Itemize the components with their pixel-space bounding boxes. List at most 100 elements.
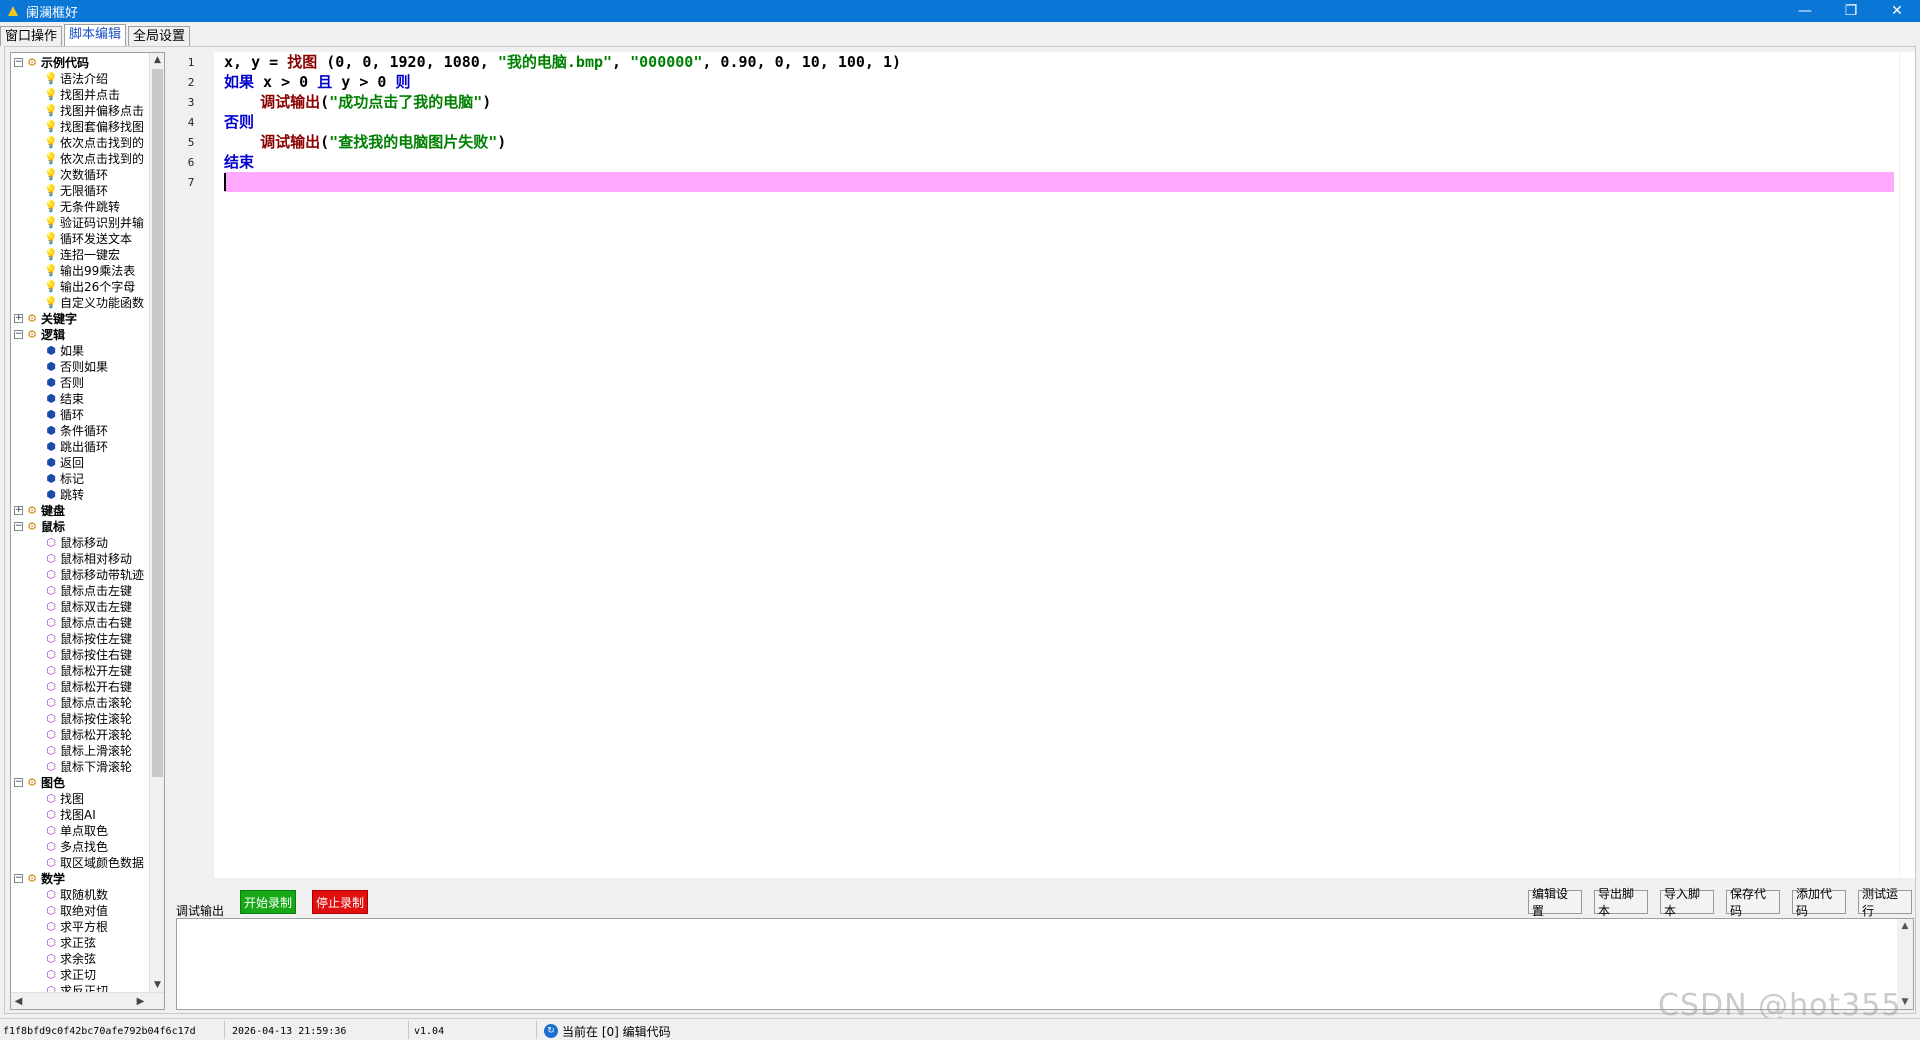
tree-item[interactable]: 💡 循环发送文本 xyxy=(44,230,132,246)
tree-group[interactable]: − ⚙ 示例代码 xyxy=(14,54,89,70)
tree-item[interactable]: ⬡ 鼠标点击滚轮 xyxy=(45,694,132,710)
tree-item[interactable]: 💡 语法介绍 xyxy=(44,70,108,86)
scroll-right-icon[interactable]: ▶ xyxy=(133,993,148,1009)
tree-item[interactable]: ⬡ 鼠标上滑滚轮 xyxy=(45,742,132,758)
tree-horizontal-scrollbar[interactable]: ◀ ▶ xyxy=(11,992,164,1009)
editor-scrollbar[interactable] xyxy=(1899,52,1915,878)
tree-item[interactable]: ⬡ 鼠标双击左键 xyxy=(45,598,132,614)
tree-item[interactable]: ⬡ 鼠标按住滚轮 xyxy=(45,710,132,726)
collapse-icon[interactable]: − xyxy=(14,329,23,339)
tree-item[interactable]: ⬡ 单点取色 xyxy=(45,822,108,838)
tree-item[interactable]: 💡 无条件跳转 xyxy=(44,198,120,214)
tree-item[interactable]: ⬡ 找图 xyxy=(45,790,84,806)
code-line[interactable]: 结束 xyxy=(224,152,254,172)
code-line[interactable]: 否则 xyxy=(224,112,254,132)
tree-item[interactable]: ⬡ 鼠标松开滚轮 xyxy=(45,726,132,742)
close-icon[interactable]: ✕ xyxy=(1874,0,1920,22)
tree-vertical-scrollbar[interactable]: ▲ ▼ xyxy=(149,53,164,993)
minimize-icon[interactable]: — xyxy=(1782,0,1828,22)
tree-group[interactable]: + ⚙ 键盘 xyxy=(14,502,65,518)
expand-icon[interactable]: + xyxy=(14,505,23,515)
tree-item[interactable]: ⬢ 条件循环 xyxy=(45,422,108,438)
tree-item[interactable]: ⬡ 鼠标松开右键 xyxy=(45,678,132,694)
test-run-button[interactable]: 测试运行 xyxy=(1858,887,1912,918)
import-script-button[interactable]: 导入脚本 xyxy=(1660,887,1714,918)
tree-item[interactable]: ⬡ 鼠标移动 xyxy=(45,534,108,550)
add-code-button[interactable]: 添加代码 xyxy=(1792,887,1846,918)
tree-item[interactable]: ⬢ 循环 xyxy=(45,406,84,422)
tree-item-label: 鼠标点击滚轮 xyxy=(60,695,133,710)
scroll-down-icon[interactable]: ▼ xyxy=(150,978,164,993)
scroll-thumb[interactable] xyxy=(152,69,163,777)
tree-item[interactable]: ⬡ 多点找色 xyxy=(45,838,108,854)
tab-global-settings[interactable]: 全局设置 xyxy=(128,26,191,46)
tree-item[interactable]: ⬡ 求正弦 xyxy=(45,934,96,950)
scroll-up-icon[interactable]: ▲ xyxy=(1897,921,1913,931)
scroll-left-icon[interactable]: ◀ xyxy=(11,993,26,1009)
tree-item[interactable]: ⬢ 返回 xyxy=(45,454,84,470)
tree-item[interactable]: ⬡ 找图AI xyxy=(45,806,96,822)
start-record-button[interactable]: 开始录制 xyxy=(240,890,296,914)
stop-record-button[interactable]: 停止录制 xyxy=(312,890,368,914)
tree-item[interactable]: 💡 次数循环 xyxy=(44,166,108,182)
tree-item[interactable]: ⬡ 鼠标点击右键 xyxy=(45,614,132,630)
tree-item[interactable]: ⬡ 求平方根 xyxy=(45,918,108,934)
tree-item[interactable]: 💡 输出99乘法表 xyxy=(44,262,135,278)
tree-item[interactable]: 💡 连招一键宏 xyxy=(44,246,120,262)
edit-settings-button[interactable]: 编辑设置 xyxy=(1528,887,1582,918)
tree-item[interactable]: ⬡ 鼠标移动带轨迹 xyxy=(45,566,144,582)
tree-item[interactable]: 💡 自定义功能函数 xyxy=(44,294,144,310)
scroll-up-icon[interactable]: ▲ xyxy=(150,53,164,68)
tree-item[interactable]: ⬢ 跳出循环 xyxy=(45,438,108,454)
tree-item[interactable]: ⬡ 鼠标相对移动 xyxy=(45,550,132,566)
collapse-icon[interactable]: − xyxy=(14,57,23,67)
tree-item[interactable]: ⬡ 取绝对值 xyxy=(45,902,108,918)
tree-item[interactable]: ⬡ 鼠标下滑滚轮 xyxy=(45,758,132,774)
tab-script-edit[interactable]: 脚本编辑 xyxy=(64,24,127,46)
expand-icon[interactable]: + xyxy=(14,313,23,323)
debug-output-box[interactable]: ▲ ▼ xyxy=(176,918,1914,1010)
tree-item[interactable]: 💡 依次点击找到的 xyxy=(44,134,144,150)
collapse-icon[interactable]: − xyxy=(14,777,23,787)
tree-item[interactable]: 💡 输出26个字母 xyxy=(44,278,135,294)
tree-item[interactable]: 💡 找图并点击 xyxy=(44,86,120,102)
tree-item[interactable]: ⬡ 取随机数 xyxy=(45,886,108,902)
tree-group[interactable]: − ⚙ 逻辑 xyxy=(14,326,65,342)
tree-item[interactable]: ⬡ 鼠标点击左键 xyxy=(45,582,132,598)
tree-group[interactable]: − ⚙ 图色 xyxy=(14,774,65,790)
restore-icon[interactable]: ❐ xyxy=(1828,0,1874,22)
code-line[interactable]: 如果 x > 0 且 y > 0 则 xyxy=(224,72,410,92)
collapse-icon[interactable]: − xyxy=(14,521,23,531)
command-tree[interactable]: − ⚙ 示例代码 💡 语法介绍 💡 找图并点击 💡 找图并偏移点击 💡 找图套偏移找图 💡 依次点击找到… xyxy=(10,52,165,1010)
title-bar: 阑澜框好 — ❐ ✕ xyxy=(0,0,1920,22)
code-editor[interactable]: 1 2 3 4 5 6 7 x, y = 找图 (0, 0, 1920, 1080, "我的… xyxy=(168,52,1915,878)
tree-item[interactable]: ⬢ 标记 xyxy=(45,470,84,486)
save-code-button[interactable]: 保存代码 xyxy=(1726,887,1780,918)
tree-item[interactable]: 💡 依次点击找到的 xyxy=(44,150,144,166)
collapse-icon[interactable]: − xyxy=(14,873,23,883)
tree-item[interactable]: ⬢ 结束 xyxy=(45,390,84,406)
tree-item[interactable]: ⬡ 求正切 xyxy=(45,966,96,982)
tree-item[interactable]: 💡 找图套偏移找图 xyxy=(44,118,144,134)
tree-item[interactable]: ⬡ 取区域颜色数据 xyxy=(45,854,144,870)
tree-item[interactable]: ⬢ 否则 xyxy=(45,374,84,390)
tree-item[interactable]: ⬡ 鼠标按住右键 xyxy=(45,646,132,662)
tree-group[interactable]: − ⚙ 数学 xyxy=(14,870,65,886)
tree-item[interactable]: ⬢ 跳转 xyxy=(45,486,84,502)
tree-item[interactable]: 💡 验证码识别并输 xyxy=(44,214,144,230)
tree-item[interactable]: ⬡ 鼠标按住左键 xyxy=(45,630,132,646)
tree-group[interactable]: − ⚙ 鼠标 xyxy=(14,518,65,534)
code-line[interactable]: 调试输出("查找我的电脑图片失败") xyxy=(224,132,506,152)
tree-group[interactable]: + ⚙ 关键字 xyxy=(14,310,77,326)
tab-window-ops[interactable]: 窗口操作 xyxy=(0,26,63,46)
export-script-button[interactable]: 导出脚本 xyxy=(1594,887,1648,918)
tree-item[interactable]: ⬢ 否则如果 xyxy=(45,358,108,374)
tree-item[interactable]: 💡 无限循环 xyxy=(44,182,108,198)
code-line[interactable]: x, y = 找图 (0, 0, 1920, 1080, "我的电脑.bmp",… xyxy=(224,52,901,72)
code-line[interactable]: 调试输出("成功点击了我的电脑") xyxy=(224,92,491,112)
tree-item[interactable]: ⬡ 求余弦 xyxy=(45,950,96,966)
code-area[interactable]: x, y = 找图 (0, 0, 1920, 1080, "我的电脑.bmp",… xyxy=(224,52,1914,878)
tree-item[interactable]: ⬡ 鼠标松开左键 xyxy=(45,662,132,678)
tree-item[interactable]: 💡 找图并偏移点击 xyxy=(44,102,144,118)
tree-item[interactable]: ⬢ 如果 xyxy=(45,342,84,358)
